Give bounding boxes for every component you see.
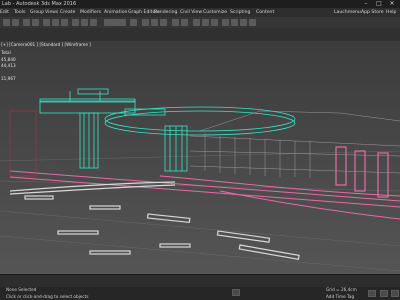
link-icon[interactable] bbox=[23, 19, 30, 26]
zoom-icon[interactable] bbox=[380, 290, 388, 297]
orbit-icon[interactable] bbox=[391, 290, 399, 297]
stats-fps: 11,967 bbox=[1, 76, 16, 81]
menu-rendering[interactable]: Rendering bbox=[154, 8, 177, 17]
rendered-frame-icon[interactable] bbox=[240, 19, 247, 26]
scale-icon[interactable] bbox=[90, 19, 97, 26]
prompt-line: Click or click-and-drag to select object… bbox=[6, 294, 89, 299]
align-icon[interactable] bbox=[181, 19, 188, 26]
stats-verts: 44,413 bbox=[1, 63, 16, 68]
percent-snap-icon[interactable] bbox=[160, 19, 167, 26]
pivot-center-icon[interactable] bbox=[130, 19, 137, 26]
select-object-icon[interactable] bbox=[43, 19, 50, 26]
canopy-wireframe bbox=[39, 88, 296, 172]
selection-status: None Selected bbox=[6, 287, 37, 292]
menu-help[interactable]: Help bbox=[386, 8, 396, 17]
add-time-tag-button[interactable]: Add Time Tag bbox=[326, 294, 354, 299]
menu-modifiers[interactable]: Modifiers bbox=[80, 8, 101, 17]
menu-views[interactable]: Views bbox=[45, 8, 58, 17]
red-block bbox=[9, 110, 37, 177]
mirror-icon[interactable] bbox=[172, 19, 179, 26]
status-bar: None Selected Click or click-and-drag to… bbox=[0, 287, 400, 300]
redo-icon[interactable] bbox=[12, 19, 19, 26]
menu-group[interactable]: Group bbox=[30, 8, 44, 17]
title-bar: Lab - Autodesk 3ds Max 2016 – □ ✕ bbox=[0, 0, 400, 8]
menu-app-store[interactable]: App Store bbox=[361, 8, 384, 17]
rotate-icon[interactable] bbox=[81, 19, 88, 26]
curve-editor-icon[interactable] bbox=[202, 19, 209, 26]
road-markings bbox=[9, 181, 300, 261]
viewport-statistics: Total 45,840 44,413 11,967 bbox=[1, 50, 16, 83]
minimize-button[interactable]: – bbox=[360, 0, 372, 8]
menu-customize[interactable]: Customize bbox=[203, 8, 227, 17]
close-button[interactable]: ✕ bbox=[386, 0, 398, 8]
render-setup-icon[interactable] bbox=[231, 19, 238, 26]
menu-scripting[interactable]: Scripting bbox=[230, 8, 250, 17]
lock-selection-icon[interactable] bbox=[232, 289, 240, 296]
snap-toggle-icon[interactable] bbox=[142, 19, 149, 26]
unlink-icon[interactable] bbox=[32, 19, 39, 26]
layer-manager-icon[interactable] bbox=[193, 19, 200, 26]
wireframe-scene bbox=[0, 88, 400, 272]
ribbon bbox=[0, 28, 400, 42]
menu-content[interactable]: Content bbox=[256, 8, 274, 17]
select-by-name-icon[interactable] bbox=[52, 19, 59, 26]
maximize-button[interactable]: □ bbox=[373, 0, 385, 8]
building-wireframe bbox=[189, 110, 400, 178]
time-slider-bar[interactable] bbox=[0, 274, 400, 288]
move-icon[interactable] bbox=[72, 19, 79, 26]
road-curbs bbox=[9, 170, 400, 220]
render-teapot-icon[interactable] bbox=[249, 19, 256, 26]
material-editor-icon[interactable] bbox=[222, 19, 229, 26]
menu-edit[interactable]: Edit bbox=[0, 8, 9, 17]
reference-coordinate-dropdown[interactable] bbox=[104, 19, 126, 26]
menu-tools[interactable]: Tools bbox=[14, 8, 25, 17]
undo-icon[interactable] bbox=[3, 19, 10, 26]
key-mode-icon[interactable] bbox=[368, 290, 376, 297]
schematic-view-icon[interactable] bbox=[211, 19, 218, 26]
viewport-label[interactable]: [+] [Camera001 ] [Standard ] [Wireframe … bbox=[1, 42, 91, 47]
menu-create[interactable]: Create bbox=[60, 8, 75, 17]
camera-viewport[interactable]: [+] [Camera001 ] [Standard ] [Wireframe … bbox=[0, 41, 400, 274]
window-title: Lab - Autodesk 3ds Max 2016 bbox=[2, 1, 77, 7]
menu-civil-view[interactable]: Civil View bbox=[180, 8, 202, 17]
grid-spacing: Grid = 26,4cm bbox=[326, 287, 357, 292]
selection-region-icon[interactable] bbox=[61, 19, 68, 26]
menu-lauchmenu[interactable]: Lauchmenu bbox=[334, 8, 361, 17]
menu-animation[interactable]: Animation bbox=[104, 8, 127, 17]
menu-bar: Edit Tools Group Views Create Modifiers … bbox=[0, 8, 400, 24]
angle-snap-icon[interactable] bbox=[151, 19, 158, 26]
